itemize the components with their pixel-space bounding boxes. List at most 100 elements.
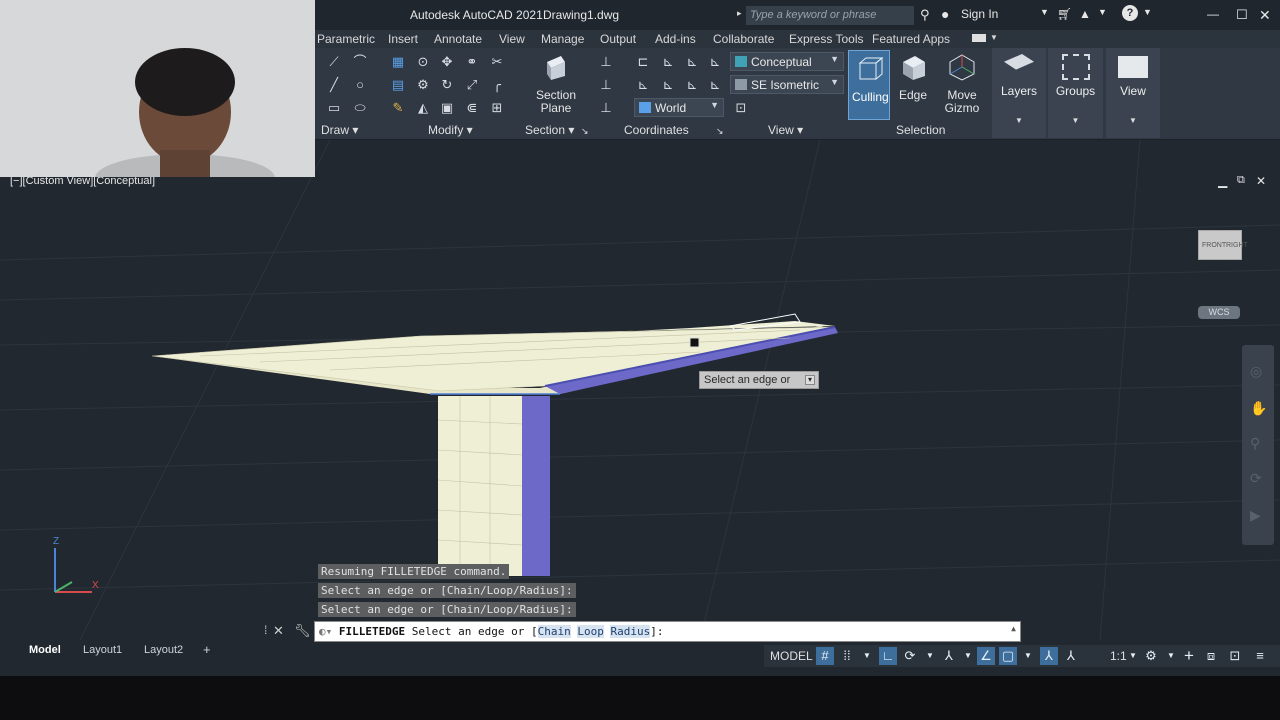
command-line-input[interactable]: ◐▾ FILLETEDGE Select an edge or [Chain L… (314, 621, 1021, 642)
tab-collaborate[interactable]: Collaborate (713, 32, 774, 46)
arc-icon[interactable]: ⌒ (352, 54, 368, 70)
units-icon[interactable]: ⧈ (1202, 647, 1220, 665)
panel-coordinates-label[interactable]: Coordinates (624, 123, 689, 137)
ortho-icon[interactable]: ∟ (879, 647, 897, 665)
tab-manage[interactable]: Manage (541, 32, 584, 46)
tab-layout2[interactable]: Layout2 (144, 644, 183, 656)
grid-icon[interactable]: # (816, 647, 834, 665)
tab-featured-apps[interactable]: Featured Apps (872, 32, 950, 46)
tab-overflow-dropdown-icon[interactable]: ▼ (990, 33, 998, 42)
annotation-scale-dropdown-icon[interactable]: ▼ (1124, 647, 1142, 665)
maximize-icon[interactable]: ☐ (1236, 7, 1248, 23)
tab-express-tools[interactable]: Express Tools (789, 32, 863, 46)
ucs-view-icon[interactable]: ⊥ (598, 77, 614, 93)
wcs-menu[interactable]: WCS (1198, 306, 1240, 319)
copy-object-icon[interactable]: ⊙ (415, 54, 431, 70)
model-space-button[interactable]: MODEL (770, 649, 813, 663)
zoom-icon[interactable]: ⚲ (1250, 435, 1260, 452)
snap-dropdown-icon[interactable]: ▼ (858, 647, 876, 665)
ucs-y-icon[interactable]: ⊾ (684, 54, 700, 70)
layers-panel[interactable]: Layers ▼ (992, 48, 1046, 138)
cart-icon[interactable]: 🛒︎ (1057, 7, 1072, 21)
search-input[interactable]: Type a keyword or phrase (746, 6, 914, 25)
command-close-icon[interactable]: ✕ (273, 623, 284, 639)
annotation-monitor-icon[interactable]: + (1180, 647, 1198, 665)
drawing-viewport[interactable] (0, 140, 1280, 640)
offset-icon[interactable]: ⋐ (464, 100, 480, 116)
view-preset-dropdown[interactable]: SE Isometric ▼ (730, 75, 844, 94)
ucs-icon[interactable]: ⊥ (598, 54, 614, 70)
mirror-icon[interactable]: ⚭ (464, 54, 480, 70)
viewport-minimize-icon[interactable]: ▁ (1218, 174, 1227, 188)
command-customize-icon[interactable]: 🔧︎ (294, 623, 311, 639)
explode-icon[interactable]: ▣ (439, 100, 455, 116)
ucs-dropdown[interactable]: World ▼ (634, 98, 724, 117)
fillet-icon[interactable]: ╭ (489, 77, 505, 93)
panel-draw-label[interactable]: Draw ▾ (321, 123, 358, 137)
object-snap-dropdown-icon[interactable]: ▼ (1019, 647, 1037, 665)
panel-modify-label[interactable]: Modify ▾ (428, 123, 473, 137)
tab-layout1[interactable]: Layout1 (83, 644, 122, 656)
clean-screen-icon[interactable]: ⊡ (1226, 647, 1244, 665)
add-layout-icon[interactable]: + (203, 642, 211, 657)
ucs-x-icon[interactable]: ⊾ (660, 54, 676, 70)
snap-icon[interactable]: ⁞⁞ (838, 647, 856, 665)
tab-view[interactable]: View (499, 32, 525, 46)
panel-section-label[interactable]: Section ▾ (525, 123, 574, 137)
command-recent-icon[interactable]: ◐▾ (319, 625, 339, 638)
object-snap-tracking-icon[interactable]: ∠ (977, 647, 995, 665)
viewport-config-icon[interactable]: ⊡ (733, 100, 749, 116)
ucs-named-icon[interactable]: ⊥ (598, 100, 614, 116)
sign-in-dropdown-icon[interactable]: ▼ (1040, 7, 1049, 17)
view-expand-icon[interactable]: ▼ (1106, 116, 1160, 125)
isodraft-dropdown-icon[interactable]: ▼ (959, 647, 977, 665)
ucs-origin-icon[interactable]: ⊏ (635, 54, 651, 70)
close-icon[interactable]: ✕ (1259, 7, 1271, 24)
ucs-z-icon[interactable]: ⊾ (707, 54, 723, 70)
tooltip-options-icon[interactable]: ▾ (805, 375, 815, 385)
move-icon[interactable]: ✥ (439, 54, 455, 70)
ucs-object-icon[interactable]: ⊾ (660, 77, 676, 93)
customization-menu-icon[interactable]: ≡ (1251, 647, 1269, 665)
showmotion-icon[interactable]: ▶ (1250, 507, 1261, 524)
layer-icon[interactable]: ▤ (390, 77, 406, 93)
tab-model[interactable]: Model (29, 644, 61, 656)
tab-insert[interactable]: Insert (388, 32, 418, 46)
navigation-bar[interactable]: ◎ ✋ ⚲ ⟳ ▶ (1242, 345, 1274, 545)
section-plane-button[interactable]: Section Plane (532, 52, 580, 115)
rotate-icon[interactable]: ↻ (439, 77, 455, 93)
stretch-icon[interactable]: ◭ (415, 100, 431, 116)
annotation-visibility-icon[interactable]: ⅄ (1040, 647, 1058, 665)
ucs-3point-icon[interactable]: ⊾ (635, 77, 651, 93)
autodesk-icon[interactable]: ▲ (1079, 7, 1091, 21)
option-chain[interactable]: Chain (537, 625, 571, 638)
tab-output[interactable]: Output (600, 32, 636, 46)
line-icon[interactable]: ╱ (326, 77, 342, 93)
layers-expand-icon[interactable]: ▼ (992, 116, 1046, 125)
polar-icon[interactable]: ⟳ (901, 647, 919, 665)
scale-icon[interactable]: ⤢ (464, 77, 480, 93)
edge-button[interactable]: Edge (895, 52, 931, 102)
option-loop[interactable]: Loop (577, 625, 604, 638)
polyline-icon[interactable]: ⟋ (326, 54, 342, 70)
pan-icon[interactable]: ✋ (1250, 400, 1267, 417)
workspace-dropdown-icon[interactable]: ▼ (1162, 647, 1180, 665)
command-grip-icon[interactable]: ⁞ (264, 623, 267, 637)
polar-dropdown-icon[interactable]: ▼ (921, 647, 939, 665)
panel-view-label[interactable]: View ▾ (768, 123, 803, 137)
viewport-restore-icon[interactable]: ⧉ (1237, 174, 1245, 187)
auto-scale-icon[interactable]: ⅄ (1062, 647, 1080, 665)
help-dropdown-icon[interactable]: ▼ (1143, 7, 1152, 17)
tab-annotate[interactable]: Annotate (434, 32, 482, 46)
steering-wheel-icon[interactable]: ◎ (1250, 363, 1262, 380)
isodraft-icon[interactable]: ⅄ (940, 647, 958, 665)
ucs-vector-icon[interactable]: ⊾ (707, 77, 723, 93)
orbit-icon[interactable]: ⟳ (1250, 470, 1262, 487)
coordinates-launcher-icon[interactable]: ↘ (716, 126, 724, 137)
view-panel-collapsed[interactable]: View ▼ (1106, 48, 1160, 138)
tab-overflow-icon[interactable] (972, 34, 986, 42)
circle-icon[interactable]: ○ (352, 77, 368, 93)
viewport-close-icon[interactable]: ✕ (1256, 174, 1266, 188)
option-radius[interactable]: Radius (610, 625, 651, 638)
workspace-gear-icon[interactable]: ⚙ (1142, 647, 1160, 665)
